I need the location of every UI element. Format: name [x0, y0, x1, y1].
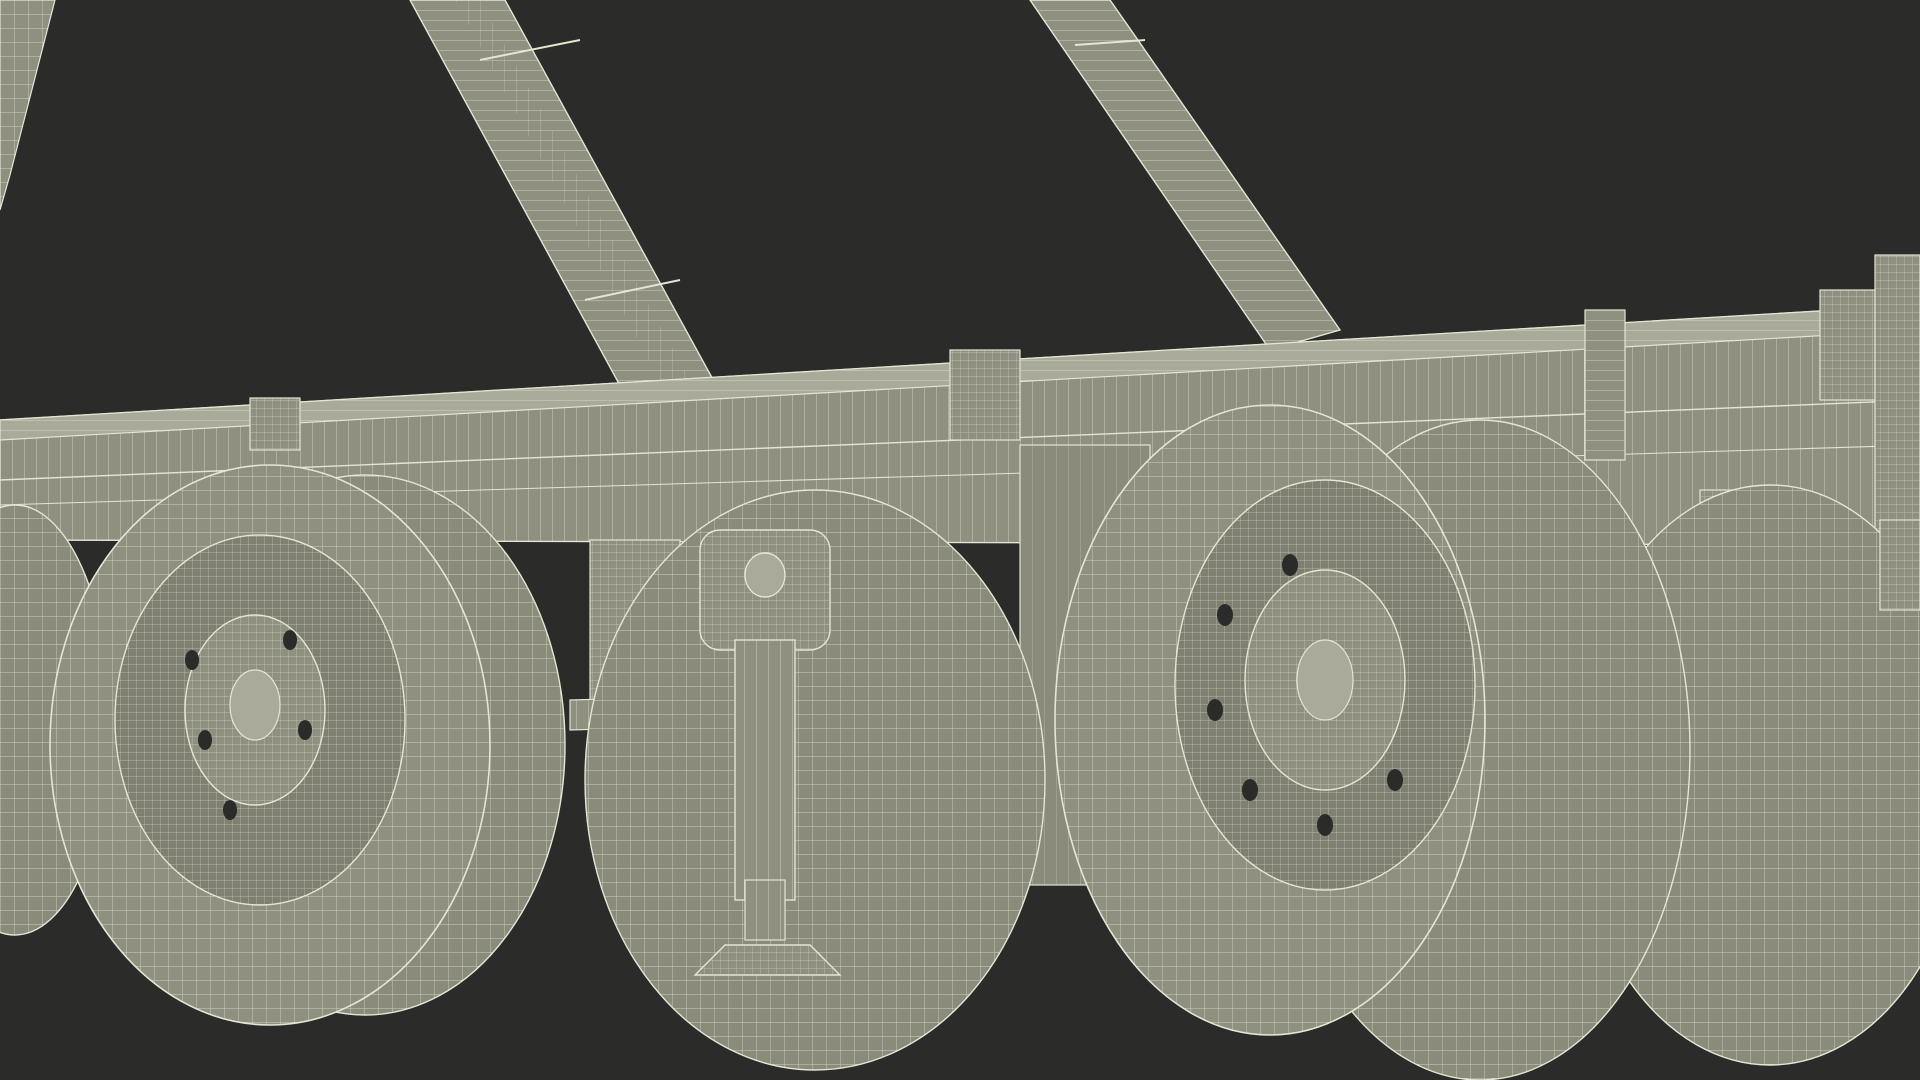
wheel-right-front: [1054, 404, 1486, 1036]
right-cylinder-joint: [1879, 519, 1920, 611]
wheel-left-front: [49, 464, 491, 1026]
wireframe-scene: [0, 0, 1920, 1080]
wireframe-render-canvas: [0, 0, 1920, 1080]
